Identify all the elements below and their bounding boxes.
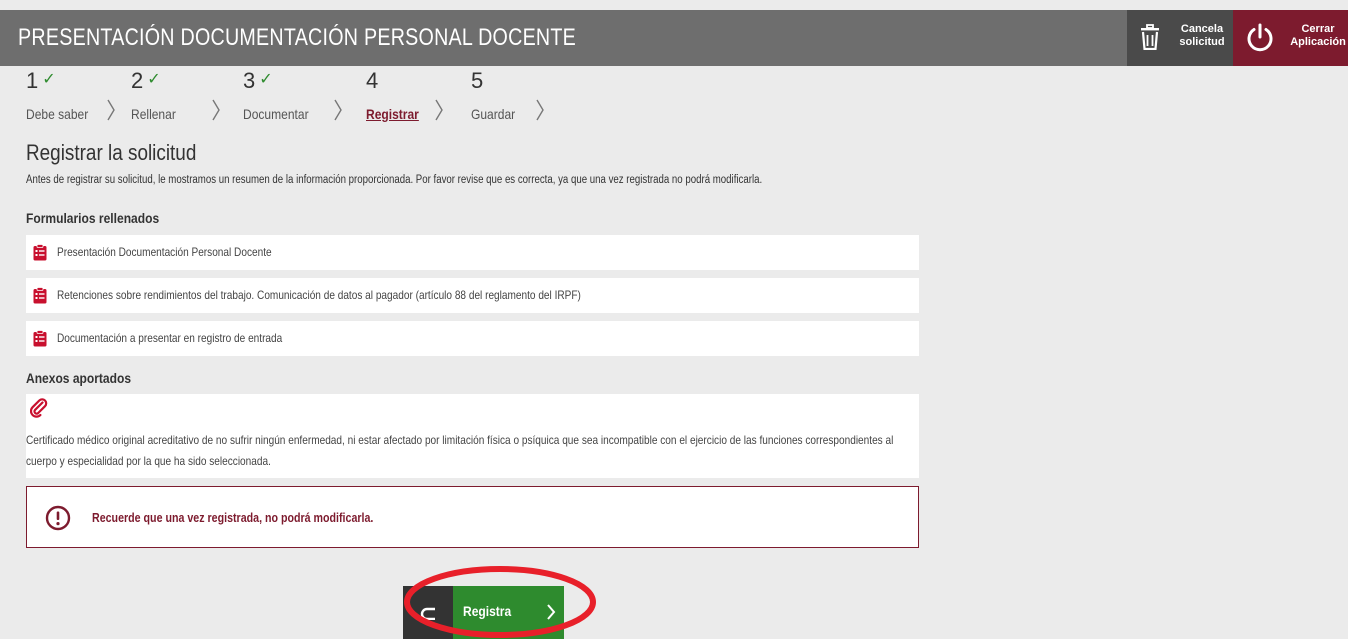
form-list-item[interactable]: Documentación a presentar en registro de…: [26, 321, 919, 356]
form-item-label: Documentación a presentar en registro de…: [57, 331, 283, 345]
cancel-request-button[interactable]: Cancela solicitud: [1127, 10, 1233, 66]
step-label: Documentar: [243, 106, 309, 122]
close-application-button[interactable]: Cerrar Aplicación: [1233, 10, 1348, 66]
highlight-ellipse: [404, 566, 596, 638]
step-label-active: Registrar: [366, 106, 419, 122]
form-item-label: Retenciones sobre rendimientos del traba…: [57, 288, 581, 302]
clipboard-icon: [33, 287, 47, 309]
trash-icon: [1139, 24, 1161, 55]
cancel-label-line1: Cancela: [1180, 23, 1224, 35]
cancel-label-line2: solicitud: [1179, 36, 1225, 48]
step-label: Debe saber: [26, 106, 89, 122]
chevron-right-icon: [435, 99, 443, 121]
chevron-right-icon: [107, 99, 115, 121]
exclamation-circle-icon: [45, 505, 71, 536]
forms-heading: Formularios rellenados: [26, 210, 160, 226]
warning-text: Recuerde que una vez registrada, no podr…: [92, 510, 374, 525]
intro-text: Antes de registrar su solicitud, le most…: [26, 174, 763, 186]
step-number: 4: [366, 68, 379, 93]
annex-list-item[interactable]: Certificado médico original acreditativo…: [26, 394, 919, 478]
close-label-line2: Aplicación: [1290, 36, 1346, 48]
chevron-right-icon: [334, 99, 342, 121]
annex-item-label: Certificado médico original acreditativo…: [26, 433, 894, 468]
chevron-right-icon: [536, 99, 544, 121]
power-icon: [1245, 22, 1275, 57]
app-title: PRESENTACIÓN DOCUMENTACIÓN PERSONAL DOCE…: [18, 24, 577, 51]
check-icon: ✓: [147, 71, 161, 88]
paperclip-icon: [29, 398, 48, 423]
form-item-label: Presentación Documentación Personal Doce…: [57, 245, 272, 259]
step-number: 3: [243, 68, 256, 93]
chevron-right-icon: [212, 99, 220, 121]
check-icon: ✓: [259, 71, 273, 88]
step-label: Guardar: [471, 106, 516, 122]
close-label-line1: Cerrar: [1301, 23, 1335, 35]
clipboard-icon: [33, 330, 47, 352]
app-header: PRESENTACIÓN DOCUMENTACIÓN PERSONAL DOCE…: [0, 10, 1348, 66]
form-list-item[interactable]: Presentación Documentación Personal Doce…: [26, 235, 919, 270]
step-label: Rellenar: [131, 106, 176, 122]
step-number: 1: [26, 68, 39, 93]
step-number: 2: [131, 68, 144, 93]
clipboard-icon: [33, 244, 47, 266]
step-number: 5: [471, 68, 484, 93]
annexes-heading: Anexos aportados: [26, 370, 132, 386]
form-list-item[interactable]: Retenciones sobre rendimientos del traba…: [26, 278, 919, 313]
check-icon: ✓: [42, 71, 56, 88]
warning-box: Recuerde que una vez registrada, no podr…: [26, 486, 919, 548]
page-title: Registrar la solicitud: [26, 140, 197, 165]
